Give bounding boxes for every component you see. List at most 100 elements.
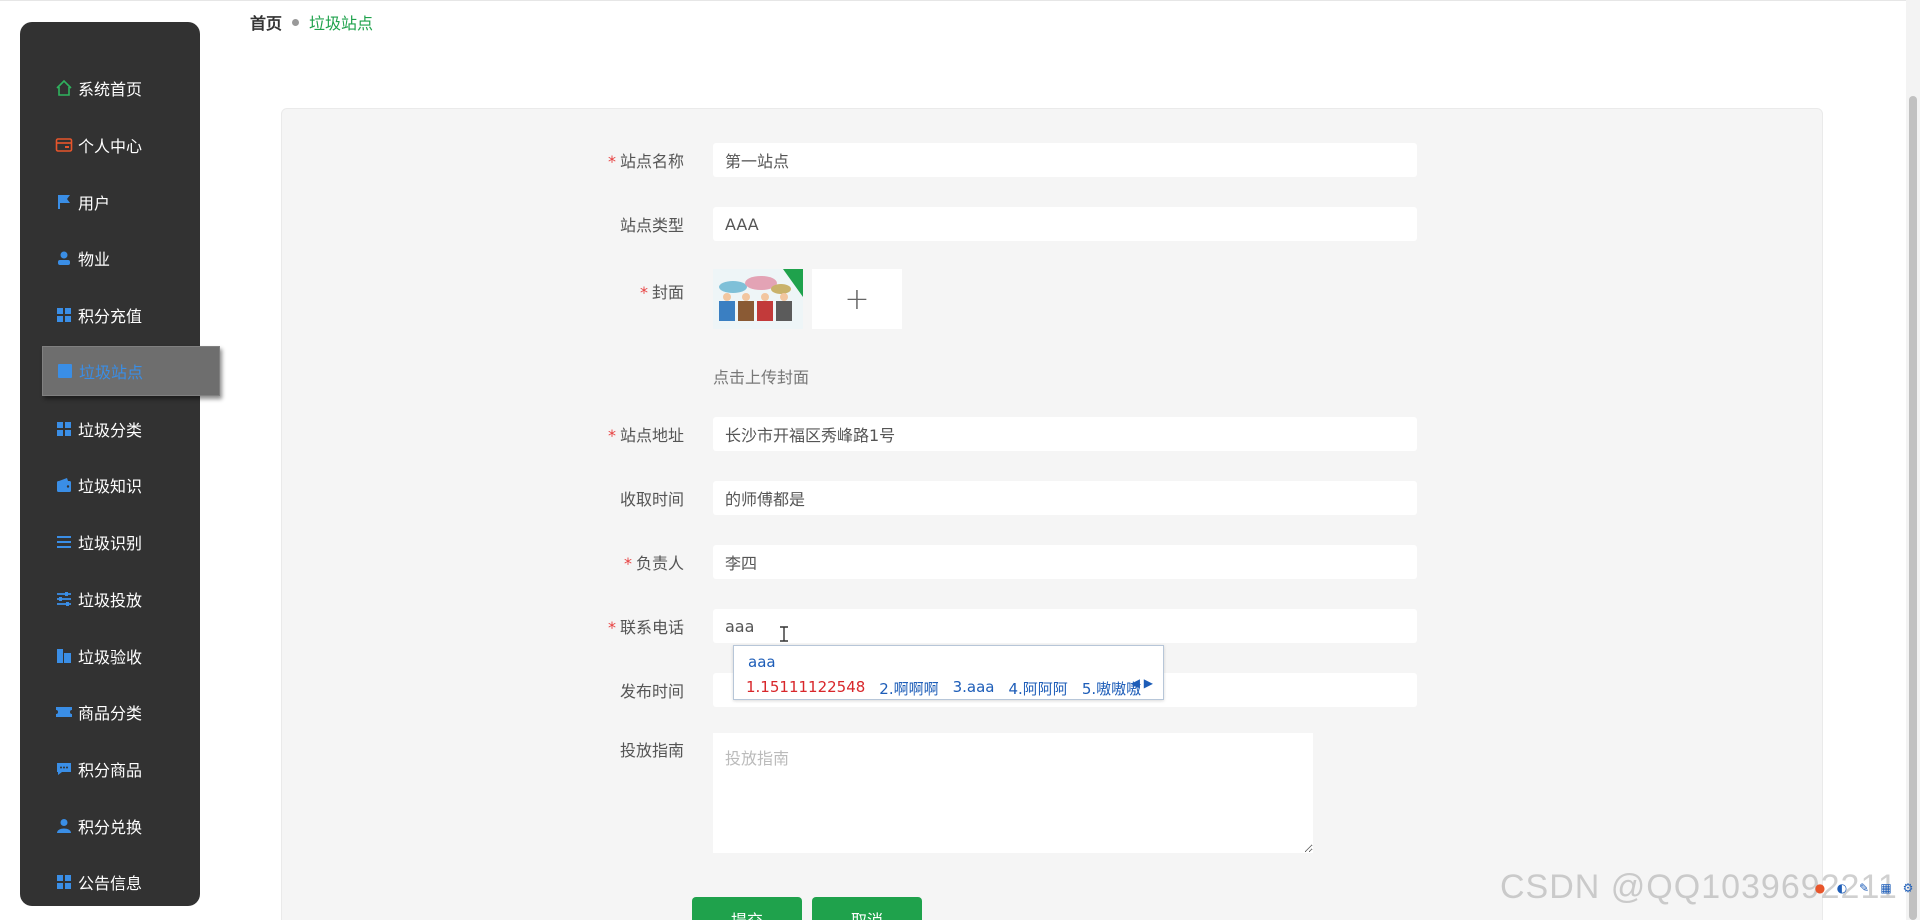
form-row-cover-hint: 点击上传封面 [282,365,1824,387]
cancel-button[interactable]: 取消 [812,897,922,920]
station-type-label: 站点类型 [619,216,684,235]
sidebar-item-label: 商品分类 [78,704,143,724]
manager-input[interactable]: 李四 [713,545,1417,579]
sidebar-item-13[interactable]: 积分商品 [20,741,200,798]
station-form: * 站点名称 第一站点 站点类型 AAA * 封面 + 点击上传封面 * 站点地… [281,108,1823,920]
plus-icon: + [844,281,870,317]
ime-keyboard-icon[interactable]: ▦ [1878,880,1894,896]
address-label: * 站点地址 [607,426,684,445]
phone-input[interactable]: aaa [713,609,1417,643]
square-icon [55,361,75,381]
cover-thumbnail[interactable] [713,269,803,329]
building-icon [54,646,74,666]
sidebar-item-1[interactable]: 系统首页 [20,60,200,117]
sidebar-item-14[interactable]: 积分兑换 [20,797,200,854]
manager-label: * 负责人 [623,554,684,573]
ime-logo-icon[interactable]: ● [1812,880,1828,896]
breadcrumb-separator [292,18,300,26]
ime-candidate[interactable]: 1.15111122548 [746,678,865,699]
user-icon [54,816,74,836]
sidebar-item-label: 垃圾投放 [78,590,143,610]
sidebar-item-4[interactable]: 物业 [20,230,200,287]
collect-time-label: 收取时间 [619,490,684,509]
sidebar-item-15[interactable]: 公告信息 [20,854,200,911]
form-row-manager: * 负责人 李四 [282,545,1824,579]
form-row-cover: * 封面 + [282,269,1824,329]
ime-mode-icon[interactable]: ◐ [1834,880,1850,896]
form-row-station-name: * 站点名称 第一站点 [282,143,1824,177]
ime-settings-icon[interactable]: ⚙ [1900,880,1916,896]
form-row-guide: 投放指南 [282,733,1824,857]
grid-icon [54,419,74,439]
ime-page-arrows-icon[interactable]: ◀ ▶ [1131,676,1153,690]
scrollbar-thumb[interactable] [1909,96,1917,920]
phone-label: * 联系电话 [607,618,684,637]
sliders-icon [54,589,74,609]
sidebar-item-5[interactable]: 积分充值 [20,287,200,344]
chat-icon [54,759,74,779]
card-icon [54,135,74,155]
ime-candidates: 1.15111122548 2.啊啊啊 3.aaa 4.阿阿阿 5.嗷嗷嗷 [746,678,1141,699]
station-name-label: * 站点名称 [607,152,684,171]
form-row-station-type: 站点类型 AAA [282,207,1824,241]
sidebar-item-2[interactable]: 个人中心 [20,117,200,174]
ime-composition: aaa [748,653,776,671]
form-row-phone: * 联系电话 aaa [282,609,1824,643]
cover-upload-button[interactable]: + [812,269,902,329]
sidebar-item-label: 物业 [78,250,111,270]
ime-candidate-popup: aaa 1.15111122548 2.啊啊啊 3.aaa 4.阿阿阿 5.嗷嗷… [733,645,1164,700]
text-cursor-icon [780,626,788,642]
sidebar-item-10[interactable]: 垃圾投放 [20,571,200,628]
cover-upload-hint[interactable]: 点击上传封面 [713,364,809,388]
top-divider [0,0,1920,1]
sidebar-item-label: 用户 [78,193,111,213]
sidebar-item-label: 公告信息 [78,874,143,894]
sidebar-item-label: 垃圾验收 [78,647,143,667]
sidebar-item-label: 积分商品 [78,760,143,780]
sidebar-item-7[interactable]: 垃圾分类 [20,400,200,457]
flag-icon [54,192,74,212]
publish-time-label: 发布时间 [619,682,684,701]
sidebar-item-label: 系统首页 [78,80,143,100]
sidebar-item-label: 垃圾分类 [78,420,143,440]
station-name-input[interactable]: 第一站点 [713,143,1417,177]
breadcrumb: 首页 垃圾站点 [250,10,373,34]
sidebar-item-label: 垃圾知识 [78,477,143,497]
guide-textarea[interactable] [713,733,1313,853]
grid-icon [54,872,74,892]
sidebar-item-label: 积分兑换 [78,817,143,837]
guide-label: 投放指南 [619,741,684,760]
sidebar-item-11[interactable]: 垃圾验收 [20,627,200,684]
ime-candidate[interactable]: 4.阿阿阿 [1009,678,1068,699]
wallet-icon [54,475,74,495]
ime-punct-icon[interactable]: ✎ [1856,880,1872,896]
sidebar-item-label: 垃圾站点 [79,363,144,383]
ime-candidate[interactable]: 2.啊啊啊 [879,678,938,699]
ime-candidate[interactable]: 3.aaa [953,678,995,699]
ticket-icon [54,702,74,722]
ime-toolbar: ● ◐ ✎ ▦ ⚙ [1812,880,1916,896]
list-icon [54,532,74,552]
sidebar-item-label: 垃圾识别 [78,534,143,554]
submit-button[interactable]: 提交 [692,897,802,920]
page-scrollbar[interactable] [1906,0,1920,920]
collect-time-input[interactable]: 的师傅都是 [713,481,1417,515]
form-row-address: * 站点地址 长沙市开福区秀峰路1号 [282,417,1824,451]
grid-icon [54,305,74,325]
sidebar-item-3[interactable]: 用户 [20,173,200,230]
breadcrumb-current: 垃圾站点 [309,14,374,33]
breadcrumb-home[interactable]: 首页 [250,10,282,34]
person-icon [54,248,74,268]
sidebar-item-label: 积分充值 [78,307,143,327]
sidebar-menu: 系统首页个人中心用户物业积分充值垃圾站点垃圾分类垃圾知识垃圾识别垃圾投放垃圾验收… [20,22,220,906]
sidebar-item-6[interactable]: 垃圾站点 [42,346,220,397]
sidebar-item-9[interactable]: 垃圾识别 [20,514,200,571]
sidebar-item-8[interactable]: 垃圾知识 [20,457,200,514]
station-type-input[interactable]: AAA [713,207,1417,241]
cover-label: * 封面 [639,283,684,302]
form-row-collect-time: 收取时间 的师傅都是 [282,481,1824,515]
home-icon [54,78,74,98]
address-input[interactable]: 长沙市开福区秀峰路1号 [713,417,1417,451]
sidebar-item-label: 个人中心 [78,137,143,157]
sidebar-item-12[interactable]: 商品分类 [20,684,200,741]
